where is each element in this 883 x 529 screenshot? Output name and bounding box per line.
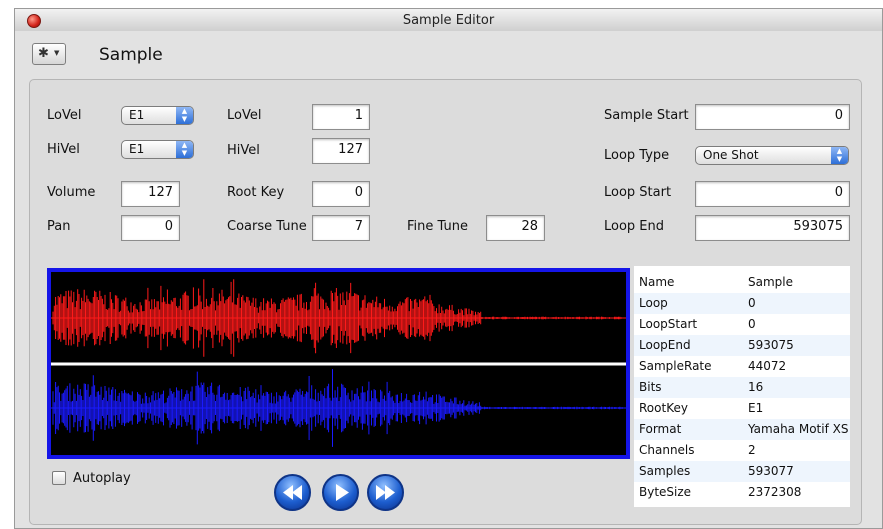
loop-end-label: Loop End (604, 219, 665, 234)
pan-label: Pan (47, 219, 71, 234)
loop-type-value: One Shot (703, 148, 759, 162)
coarse-tune-field[interactable]: 7 (312, 215, 370, 241)
hivel-key-value: E1 (129, 142, 145, 156)
info-row: ByteSize 2372308 (634, 482, 850, 503)
info-row: Channels 2 (634, 440, 850, 461)
info-row: SampleRate 44072 (634, 356, 850, 377)
fast-forward-icon (376, 485, 395, 500)
info-value: 2372308 (748, 485, 802, 499)
updown-arrows-icon: ▲ ▼ (831, 147, 848, 164)
info-key: Samples (639, 464, 691, 478)
fine-tune-field[interactable]: 28 (486, 215, 545, 241)
lovel-key-label: LoVel (47, 108, 82, 123)
updown-arrows-icon: ▲ ▼ (176, 141, 193, 158)
sample-start-field[interactable]: 0 (695, 104, 850, 130)
toolbar: ✱ ▼ Sample (15, 31, 882, 83)
chevron-down-icon: ▼ (54, 49, 60, 57)
lovel-label: LoVel (227, 108, 262, 123)
info-key: Name (639, 275, 675, 289)
play-icon (336, 484, 349, 501)
info-key: ByteSize (639, 485, 692, 499)
root-key-label: Root Key (227, 185, 285, 200)
sample-start-label: Sample Start (604, 108, 689, 123)
info-row: Samples 593077 (634, 461, 850, 482)
play-button[interactable] (322, 474, 359, 511)
autoplay-checkbox[interactable] (52, 471, 66, 485)
gear-menu-button[interactable]: ✱ ▼ (32, 43, 66, 65)
sample-info-table: Name Sample Loop 0 LoopStart 0 LoopEnd 593075 Sa… (634, 266, 850, 507)
info-row: LoopStart 0 (634, 314, 850, 335)
lovel-field[interactable]: 1 (312, 104, 370, 130)
updown-arrows-icon: ▲ ▼ (176, 107, 193, 124)
gear-icon: ✱ (38, 46, 49, 61)
loop-type-select[interactable]: One Shot ▲ ▼ (695, 146, 849, 165)
lovel-key-select[interactable]: E1 ▲ ▼ (121, 106, 194, 125)
info-row: RootKey E1 (634, 398, 850, 419)
waveform-display[interactable] (47, 268, 630, 459)
info-value: E1 (748, 401, 764, 415)
title-bar[interactable]: Sample Editor (15, 9, 882, 32)
info-value: 593075 (748, 338, 794, 352)
window-title: Sample Editor (402, 13, 495, 28)
info-value: 593077 (748, 464, 794, 478)
hivel-label: HiVel (227, 143, 260, 158)
info-value: 2 (748, 443, 756, 457)
lovel-key-value: E1 (129, 108, 145, 122)
root-key-field[interactable]: 0 (312, 181, 370, 207)
info-row: LoopEnd 593075 (634, 335, 850, 356)
info-value: Yamaha Motif XS ... (748, 422, 848, 436)
info-key: LoopStart (639, 317, 698, 331)
info-value: 44072 (748, 359, 787, 373)
info-value: 0 (748, 317, 756, 331)
page-title: Sample (99, 45, 163, 65)
loop-end-field[interactable]: 593075 (695, 215, 850, 241)
info-key: RootKey (639, 401, 688, 415)
volume-label: Volume (47, 185, 96, 200)
info-key: LoopEnd (639, 338, 691, 352)
autoplay-label: Autoplay (73, 471, 131, 486)
info-key: Format (639, 422, 682, 436)
loop-start-field[interactable]: 0 (695, 181, 850, 207)
info-value: 16 (748, 380, 764, 394)
hivel-field[interactable]: 127 (312, 138, 370, 164)
info-key: Loop (639, 296, 668, 310)
info-key: SampleRate (639, 359, 712, 373)
info-key: Channels (639, 443, 695, 457)
sample-editor-window: Sample Editor ✱ ▼ Sample LoVel E1 ▲ ▼ HiV… (14, 8, 883, 529)
pan-field[interactable]: 0 (121, 215, 180, 241)
loop-type-label: Loop Type (604, 148, 670, 163)
info-key: Bits (639, 380, 662, 394)
info-value: 0 (748, 296, 756, 310)
info-row: Format Yamaha Motif XS ... (634, 419, 850, 440)
rewind-icon (283, 485, 302, 500)
rewind-button[interactable] (274, 474, 311, 511)
info-row: Name Sample (634, 272, 850, 293)
hivel-key-select[interactable]: E1 ▲ ▼ (121, 140, 194, 159)
info-row: Loop 0 (634, 293, 850, 314)
info-row: Bits 16 (634, 377, 850, 398)
waveform-canvas (51, 279, 626, 447)
fast-forward-button[interactable] (367, 474, 404, 511)
hivel-key-label: HiVel (47, 142, 80, 157)
fine-tune-label: Fine Tune (407, 219, 468, 234)
volume-field[interactable]: 127 (121, 181, 180, 207)
info-value: Sample (748, 275, 793, 289)
coarse-tune-label: Coarse Tune (227, 219, 307, 234)
loop-start-label: Loop Start (604, 185, 672, 200)
